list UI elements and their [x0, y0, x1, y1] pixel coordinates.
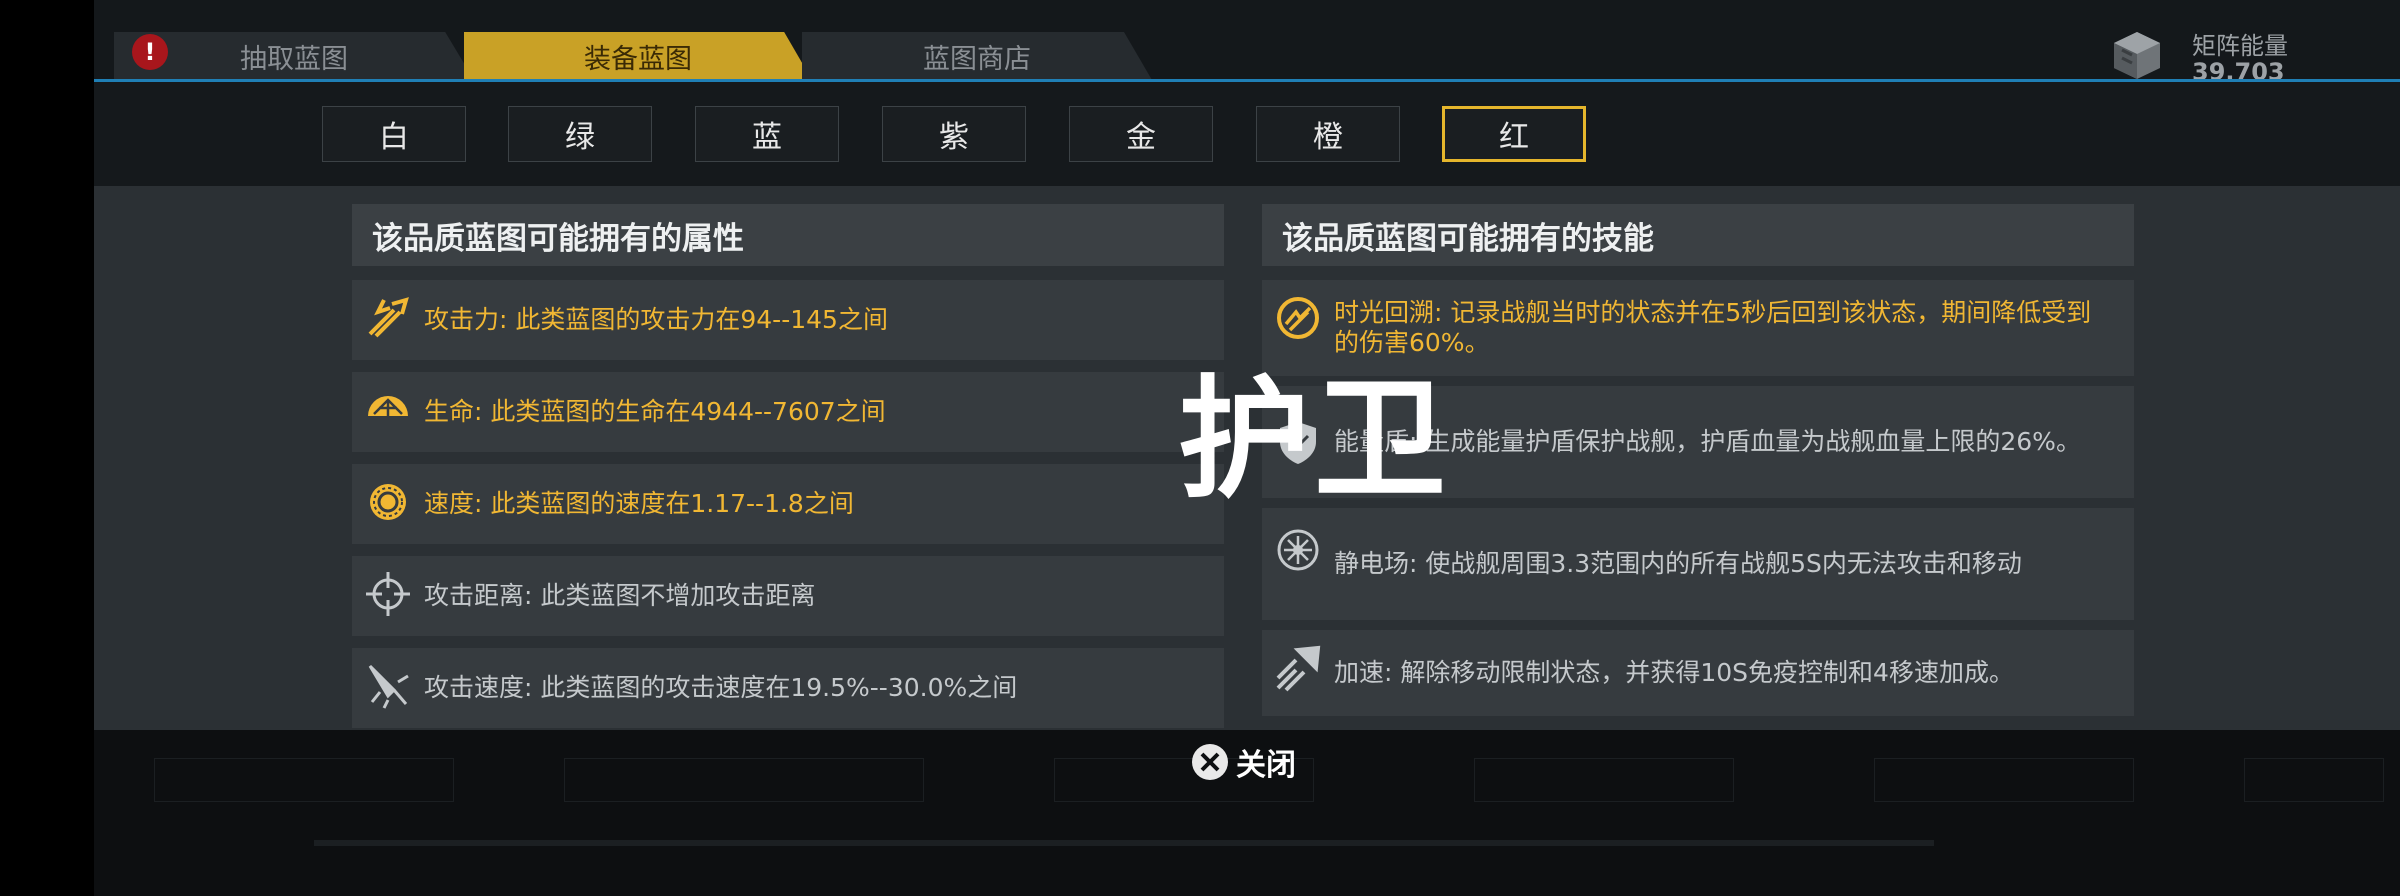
rarity-label: 橙	[1313, 120, 1343, 155]
ship-type-title: 护卫	[1178, 363, 1450, 517]
blueprint-screen: 抽取蓝图 ! 装备蓝图 蓝图商店 矩阵能量 39,703 白 绿 蓝 紫 金 橙…	[94, 0, 2400, 896]
background-button	[2244, 758, 2384, 802]
attribute-text: 攻击速度: 此类蓝图的攻击速度在19.5%--30.0%之间	[424, 673, 1018, 702]
skills-title: 该品质蓝图可能拥有的技能	[1262, 204, 2134, 266]
tab-blueprint-shop[interactable]: 蓝图商店	[802, 32, 1152, 80]
rarity-label: 绿	[565, 120, 595, 155]
attribute-text: 攻击力: 此类蓝图的攻击力在94--145之间	[424, 305, 888, 334]
rarity-label: 金	[1126, 120, 1156, 155]
background-button	[154, 758, 454, 802]
skill-row: 静电场: 使战舰周围3.3范围内的所有战舰5S内无法攻击和移动	[1262, 508, 2134, 620]
background-button	[1874, 758, 2134, 802]
rarity-gold-button[interactable]: 金	[1069, 106, 1213, 162]
attributes-title: 该品质蓝图可能拥有的属性	[352, 204, 1224, 266]
crosshair-icon	[366, 572, 410, 616]
background-button	[564, 758, 924, 802]
attribute-row: 攻击力: 此类蓝图的攻击力在94--145之间	[352, 280, 1224, 360]
rarity-label: 白	[379, 120, 409, 155]
tab-label: 抽取蓝图	[240, 43, 348, 75]
cross-button-icon	[1192, 744, 1228, 780]
rarity-label: 红	[1499, 120, 1529, 155]
skill-text: 能量盾: 生成能量护盾保护战舰，护盾血量为战舰血量上限的26%。	[1334, 427, 2081, 456]
close-label: 关闭	[1236, 748, 1296, 783]
background-button	[1474, 758, 1734, 802]
tab-draw-blueprint[interactable]: 抽取蓝图	[114, 32, 474, 80]
attribute-text: 攻击距离: 此类蓝图不增加攻击距离	[424, 581, 816, 610]
matrix-cube-icon	[2114, 32, 2160, 79]
energy-label: 矩阵能量	[2192, 32, 2288, 60]
matrix-energy: 矩阵能量 39,703	[2110, 22, 2340, 80]
rarity-label: 紫	[939, 120, 969, 155]
close-button[interactable]: 关闭	[1192, 742, 1296, 783]
scroll-track	[314, 840, 1934, 846]
accelerate-icon	[1276, 645, 1321, 692]
attribute-row: 生命: 此类蓝图的生命在4944--7607之间	[352, 372, 1224, 452]
attribute-text: 速度: 此类蓝图的速度在1.17--1.8之间	[424, 489, 854, 518]
rarity-red-button[interactable]: 红	[1442, 106, 1586, 162]
rarity-label: 蓝	[752, 120, 782, 155]
skill-row: 时光回溯: 记录战舰当时的状态并在5秒后回到该状态，期间降低受到的伤害60%。	[1262, 280, 2134, 376]
speed-icon	[370, 484, 406, 520]
left-letterbox	[0, 0, 94, 896]
rarity-selector: 白 绿 蓝 紫 金 橙 红	[94, 82, 2400, 186]
skill-text: 静电场: 使战舰周围3.3范围内的所有战舰5S内无法攻击和移动	[1334, 549, 2022, 578]
rarity-blue-button[interactable]: 蓝	[695, 106, 839, 162]
time-rewind-icon	[1277, 297, 1319, 339]
attribute-text: 生命: 此类蓝图的生命在4944--7607之间	[424, 397, 886, 426]
top-bar: 抽取蓝图 ! 装备蓝图 蓝图商店 矩阵能量 39,703	[94, 0, 2400, 82]
rarity-orange-button[interactable]: 橙	[1256, 106, 1400, 162]
rarity-purple-button[interactable]: 紫	[882, 106, 1026, 162]
attribute-row: 攻击距离: 此类蓝图不增加攻击距离	[352, 556, 1224, 636]
skill-text: 时光回溯: 记录战舰当时的状态并在5秒后回到该状态，期间降低受到的伤害60%。	[1334, 298, 2092, 357]
alert-badge-icon: !	[132, 34, 168, 70]
attack-power-icon	[368, 297, 409, 338]
bottom-bar: 关闭	[94, 730, 2400, 896]
attribute-row: 攻击速度: 此类蓝图的攻击速度在19.5%--30.0%之间	[352, 648, 1224, 728]
skill-text: 加速: 解除移动限制状态，并获得10S免疫控制和4移速加成。	[1334, 658, 2014, 687]
rarity-green-button[interactable]: 绿	[508, 106, 652, 162]
hp-icon	[368, 396, 408, 416]
rarity-white-button[interactable]: 白	[322, 106, 466, 162]
energy-value: 39,703	[2192, 58, 2285, 80]
tab-label: 装备蓝图	[584, 43, 692, 75]
tab-label: 蓝图商店	[923, 43, 1031, 75]
tab-equip-blueprint[interactable]: 装备蓝图	[464, 32, 812, 80]
skill-row: 加速: 解除移动限制状态，并获得10S免疫控制和4移速加成。	[1262, 630, 2134, 716]
static-field-icon	[1277, 529, 1319, 571]
attribute-row: 速度: 此类蓝图的速度在1.17--1.8之间	[352, 464, 1224, 544]
attack-speed-icon	[368, 664, 409, 709]
